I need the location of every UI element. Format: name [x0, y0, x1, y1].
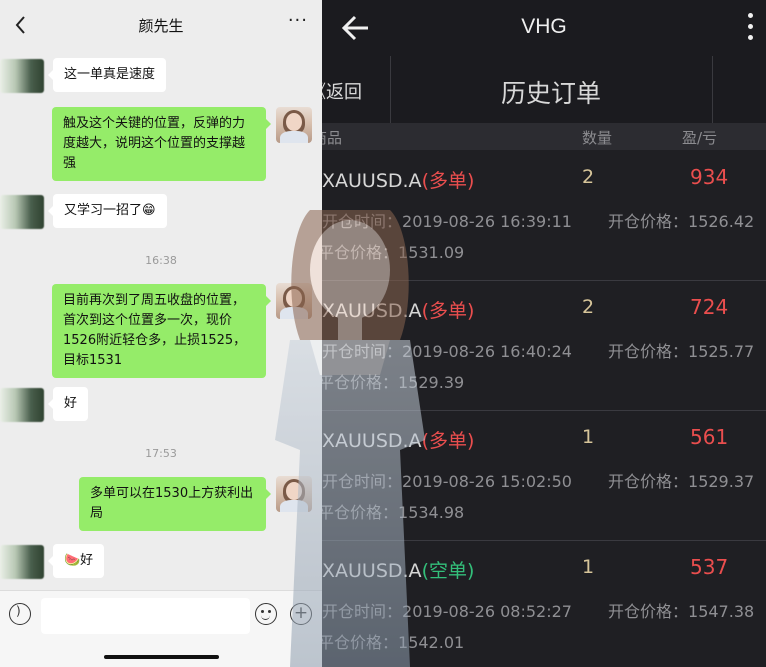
home-indicator[interactable]	[104, 655, 219, 659]
order-row[interactable]: XAUUSD.A(多单) 2 724 开仓时间：2019-08-26 16:40…	[322, 280, 766, 411]
order-pnl: 537	[690, 555, 729, 579]
order-quantity: 1	[582, 426, 595, 448]
timestamp: 17:53	[145, 447, 177, 460]
contact-avatar[interactable]	[0, 59, 44, 93]
order-pnl: 724	[690, 295, 729, 319]
message-input[interactable]	[41, 598, 250, 634]
order-direction: (多单)	[421, 170, 475, 192]
emoji-icon[interactable]	[255, 603, 277, 625]
order-direction: (多单)	[421, 430, 475, 452]
order-row[interactable]: XAUUSD.A(空单) 1 537 开仓时间：2019-08-26 08:52…	[322, 540, 766, 667]
divider	[712, 56, 713, 123]
table-header: 商品 数量 盈/亏	[322, 123, 766, 150]
message-bubble: 好	[47, 387, 89, 421]
message-bubble: 多单可以在1530上方获利出局	[79, 477, 271, 531]
close-price: 平仓价格：1529.39	[322, 373, 465, 392]
open-time: 开仓时间：2019-08-26 16:40:24	[322, 342, 572, 361]
contact-avatar[interactable]	[0, 545, 44, 579]
timestamp: 16:38	[145, 254, 177, 267]
message-bubble: 🍉好	[47, 544, 105, 578]
message-bubble: 又学习一招了😁	[48, 194, 167, 228]
open-price: 开仓价格：1525.77	[608, 342, 755, 361]
contact-avatar[interactable]	[0, 388, 44, 422]
order-quantity: 2	[582, 166, 595, 188]
order-symbol: XAUUSD.A(多单)	[322, 430, 475, 452]
contact-name: 颜先生	[138, 17, 184, 35]
close-price: 平仓价格：1542.01	[322, 633, 465, 652]
plus-icon[interactable]: +	[290, 603, 312, 625]
chat-header: 颜先生 ···	[0, 0, 322, 50]
message-bubble: 目前再次到了周五收盘的位置，首次到这个位置多一次，现价1526附近轻仓多，止损1…	[52, 284, 271, 378]
return-button[interactable]: 《返回	[322, 78, 362, 104]
column-pnl: 盈/亏	[682, 129, 718, 147]
open-time: 开仓时间：2019-08-26 16:39:11	[322, 212, 572, 231]
order-pnl: 934	[690, 165, 729, 189]
message-bubble: 触及这个关键的位置，反弹的力度越大，说明这个位置的支撑越强	[52, 107, 271, 181]
overflow-menu-icon[interactable]	[748, 13, 754, 43]
close-price: 平仓价格：1534.98	[322, 503, 465, 522]
open-time: 开仓时间：2019-08-26 08:52:27	[322, 602, 572, 621]
order-symbol: XAUUSD.A(多单)	[322, 170, 475, 192]
more-options-icon[interactable]: ···	[288, 10, 308, 31]
sub-header: 《返回 历史订单	[322, 56, 766, 123]
order-quantity: 2	[582, 296, 595, 318]
order-pnl: 561	[690, 425, 729, 449]
page-title: 历史订单	[500, 79, 601, 108]
open-price: 开仓价格：1526.42	[608, 212, 755, 231]
order-direction: (多单)	[421, 300, 475, 322]
chat-panel: 颜先生 ··· 这一单真是速度 触及这个关键的位置，反弹的力度越大，说明这个位置…	[0, 0, 322, 667]
own-avatar[interactable]	[276, 476, 312, 512]
app-title: VHG	[521, 15, 567, 38]
app-bar: VHG	[322, 0, 766, 56]
order-row[interactable]: XAUUSD.A(多单) 1 561 开仓时间：2019-08-26 15:02…	[322, 410, 766, 541]
message-bubble: 这一单真是速度	[47, 58, 167, 92]
open-price: 开仓价格：1529.37	[608, 472, 755, 491]
column-quantity: 数量	[582, 129, 613, 147]
order-row[interactable]: XAUUSD.A(多单) 2 934 开仓时间：2019-08-26 16:39…	[322, 150, 766, 281]
column-product: 商品	[322, 129, 343, 147]
trade-panel: VHG 《返回 历史订单 商品 数量 盈/亏 XAUUSD.A(多单) 2 93…	[322, 0, 766, 667]
order-quantity: 1	[582, 556, 595, 578]
order-symbol: XAUUSD.A(多单)	[322, 300, 475, 322]
own-avatar[interactable]	[276, 283, 312, 319]
own-avatar[interactable]	[276, 107, 312, 143]
order-direction: (空单)	[421, 560, 475, 582]
open-time: 开仓时间：2019-08-26 15:02:50	[322, 472, 572, 491]
order-symbol: XAUUSD.A(空单)	[322, 560, 475, 582]
voice-icon[interactable]	[9, 603, 31, 625]
open-price: 开仓价格：1547.38	[608, 602, 755, 621]
close-price: 平仓价格：1531.09	[322, 243, 465, 262]
contact-avatar[interactable]	[0, 195, 44, 229]
